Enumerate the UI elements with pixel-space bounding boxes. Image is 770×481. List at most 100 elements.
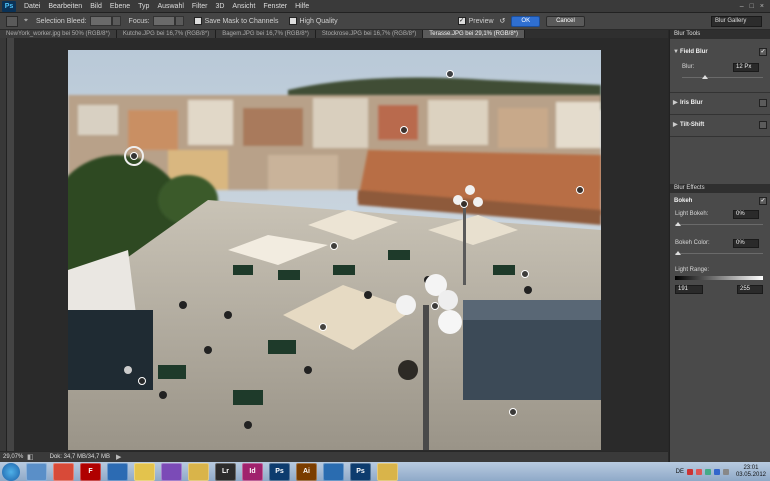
ok-button[interactable]: OK — [511, 15, 541, 27]
menu-3d[interactable]: 3D — [211, 3, 228, 10]
tilt-shift-checkbox[interactable] — [759, 121, 767, 129]
bokeh-color-label: Bokeh Color: — [675, 240, 710, 246]
blur-label: Blur: — [682, 64, 695, 70]
light-range-high-input[interactable]: 255 — [737, 285, 763, 294]
menu-auswahl[interactable]: Auswahl — [153, 3, 187, 10]
expand-down-icon[interactable]: ▼ — [673, 47, 679, 57]
blur-slider-handle[interactable] — [702, 75, 709, 79]
cancel-button[interactable]: Cancel — [546, 15, 585, 27]
menu-filter[interactable]: Filter — [188, 3, 212, 10]
tray-app-icon[interactable] — [695, 468, 702, 475]
illustrator-icon[interactable]: Ai — [296, 462, 317, 481]
blur-pin-2[interactable] — [400, 126, 408, 134]
focus-stepper[interactable] — [174, 16, 184, 26]
field-blur-row[interactable]: ▼ Field Blur ✓ — [670, 47, 770, 57]
blur-slider[interactable] — [682, 75, 763, 79]
zoom-level[interactable]: 29,07% — [0, 454, 23, 460]
close-icon[interactable]: × — [760, 3, 764, 10]
menu-ebene[interactable]: Ebene — [106, 3, 134, 10]
photoshop-icon[interactable]: Ps — [269, 462, 290, 481]
bokeh-color-handle[interactable] — [675, 251, 681, 255]
clock[interactable]: 23:01 03.05.2012 — [736, 465, 766, 479]
tab-kutche[interactable]: Kutche.JPG bei 16,7% (RGB/8*) — [116, 30, 217, 38]
maximize-icon[interactable]: □ — [750, 3, 754, 10]
bokeh-color-input[interactable]: 0% — [733, 239, 759, 248]
blur-pin-9[interactable] — [138, 377, 146, 385]
active-blur-pin[interactable] — [130, 152, 138, 160]
folder-icon[interactable] — [188, 462, 209, 481]
focus-input[interactable] — [152, 16, 175, 26]
bokeh-checkbox[interactable]: ✓ — [759, 197, 767, 205]
purple-app-icon[interactable] — [161, 462, 182, 481]
language-indicator[interactable]: DE — [676, 469, 684, 475]
light-range-low-input[interactable]: 191 — [675, 285, 703, 294]
blur-pin-10[interactable] — [509, 408, 517, 416]
workspace-select[interactable]: Blur Gallery — [711, 15, 762, 27]
blur-pin-4[interactable] — [460, 200, 468, 208]
menu-typ[interactable]: Typ — [134, 3, 153, 10]
menu-bearbeiten[interactable]: Bearbeiten — [44, 3, 86, 10]
indesign-icon[interactable]: Id — [242, 462, 263, 481]
tray-app-icon[interactable] — [713, 468, 720, 475]
tray-app-icon[interactable] — [686, 468, 693, 475]
bokeh-label: Bokeh — [674, 198, 693, 204]
menu-datei[interactable]: Datei — [20, 3, 44, 10]
explorer-icon[interactable] — [26, 462, 47, 481]
menu-bild[interactable]: Bild — [86, 3, 106, 10]
tilt-shift-row[interactable]: ▶ Tilt-Shift — [670, 120, 770, 130]
start-button-icon[interactable] — [2, 462, 20, 481]
expand-right-icon[interactable]: ▶ — [673, 120, 678, 130]
divider — [670, 92, 770, 93]
field-blur-checkbox[interactable]: ✓ — [759, 48, 767, 56]
expand-right-icon[interactable]: ▶ — [673, 98, 678, 108]
minimize-icon[interactable]: – — [740, 3, 744, 10]
blur-tools-header: Blur Tools — [670, 30, 770, 39]
menu-fenster[interactable]: Fenster — [259, 3, 291, 10]
blur-pin-8[interactable] — [319, 323, 327, 331]
blur-pin-5[interactable] — [330, 242, 338, 250]
menu-ansicht[interactable]: Ansicht — [228, 3, 259, 10]
tab-stockrose[interactable]: Stockrose.JPG bei 16,7% (RGB/8*) — [315, 30, 424, 38]
pin-icon[interactable]: ⌖ — [24, 17, 28, 25]
tab-bagem[interactable]: Bagem.JPG bei 16,7% (RGB/8*) — [216, 30, 316, 38]
status-arrow-icon[interactable]: ▶ — [116, 453, 121, 461]
selection-bleed-input[interactable] — [89, 16, 112, 26]
filezilla-icon[interactable]: F — [80, 462, 101, 481]
blur-pin-1[interactable] — [446, 70, 454, 78]
iris-blur-checkbox[interactable] — [759, 99, 767, 107]
menu-hilfe[interactable]: Hilfe — [291, 3, 313, 10]
light-range-gradient[interactable] — [675, 276, 763, 280]
field-blur-label: Field Blur — [680, 49, 708, 55]
blur-pin-6[interactable] — [521, 270, 529, 278]
light-bokeh-label: Light Bokeh: — [675, 211, 709, 217]
selection-bleed-stepper[interactable] — [111, 16, 121, 26]
blur-value-input[interactable]: 12 Px — [733, 63, 759, 72]
network-icon[interactable] — [323, 462, 344, 481]
blur-pin-3[interactable] — [576, 186, 584, 194]
windows-taskbar: F Lr Id Ps Ai Ps DE 23:01 03.05.2012 — [0, 462, 770, 481]
high-quality-checkbox[interactable] — [288, 17, 297, 25]
explorer2-icon[interactable] — [377, 462, 398, 481]
light-bokeh-slider[interactable] — [675, 222, 763, 226]
reset-icon[interactable]: ↺ — [500, 17, 506, 25]
iris-blur-row[interactable]: ▶ Iris Blur — [670, 98, 770, 108]
terrace-photo[interactable] — [68, 50, 601, 450]
lightroom-icon[interactable]: Lr — [215, 462, 236, 481]
preview-checkbox[interactable]: ✓ — [457, 17, 466, 25]
tab-newyork-worker[interactable]: NewYork_worker.jpg bei 50% (RGB/8*) — [0, 30, 117, 38]
tray-app-icon[interactable] — [704, 468, 711, 475]
light-bokeh-input[interactable]: 0% — [733, 210, 759, 219]
thunderbird-icon[interactable] — [107, 462, 128, 481]
bokeh-color-slider[interactable] — [675, 251, 763, 255]
volume-icon[interactable] — [722, 468, 729, 475]
blur-pin-7[interactable] — [431, 302, 439, 310]
chrome-icon[interactable] — [53, 462, 74, 481]
light-bokeh-handle[interactable] — [675, 222, 681, 226]
photoshop-logo-icon: Ps — [2, 0, 16, 12]
bokeh-row[interactable]: Bokeh ✓ — [670, 196, 770, 206]
photoshop-active-icon[interactable]: Ps — [350, 462, 371, 481]
tab-terasse[interactable]: Terasse.JPG bei 29,1% (RGB/8*) — [423, 30, 525, 38]
tool-preset-icon[interactable] — [6, 15, 18, 27]
save-mask-checkbox[interactable] — [193, 17, 202, 25]
notes-icon[interactable] — [134, 462, 155, 481]
